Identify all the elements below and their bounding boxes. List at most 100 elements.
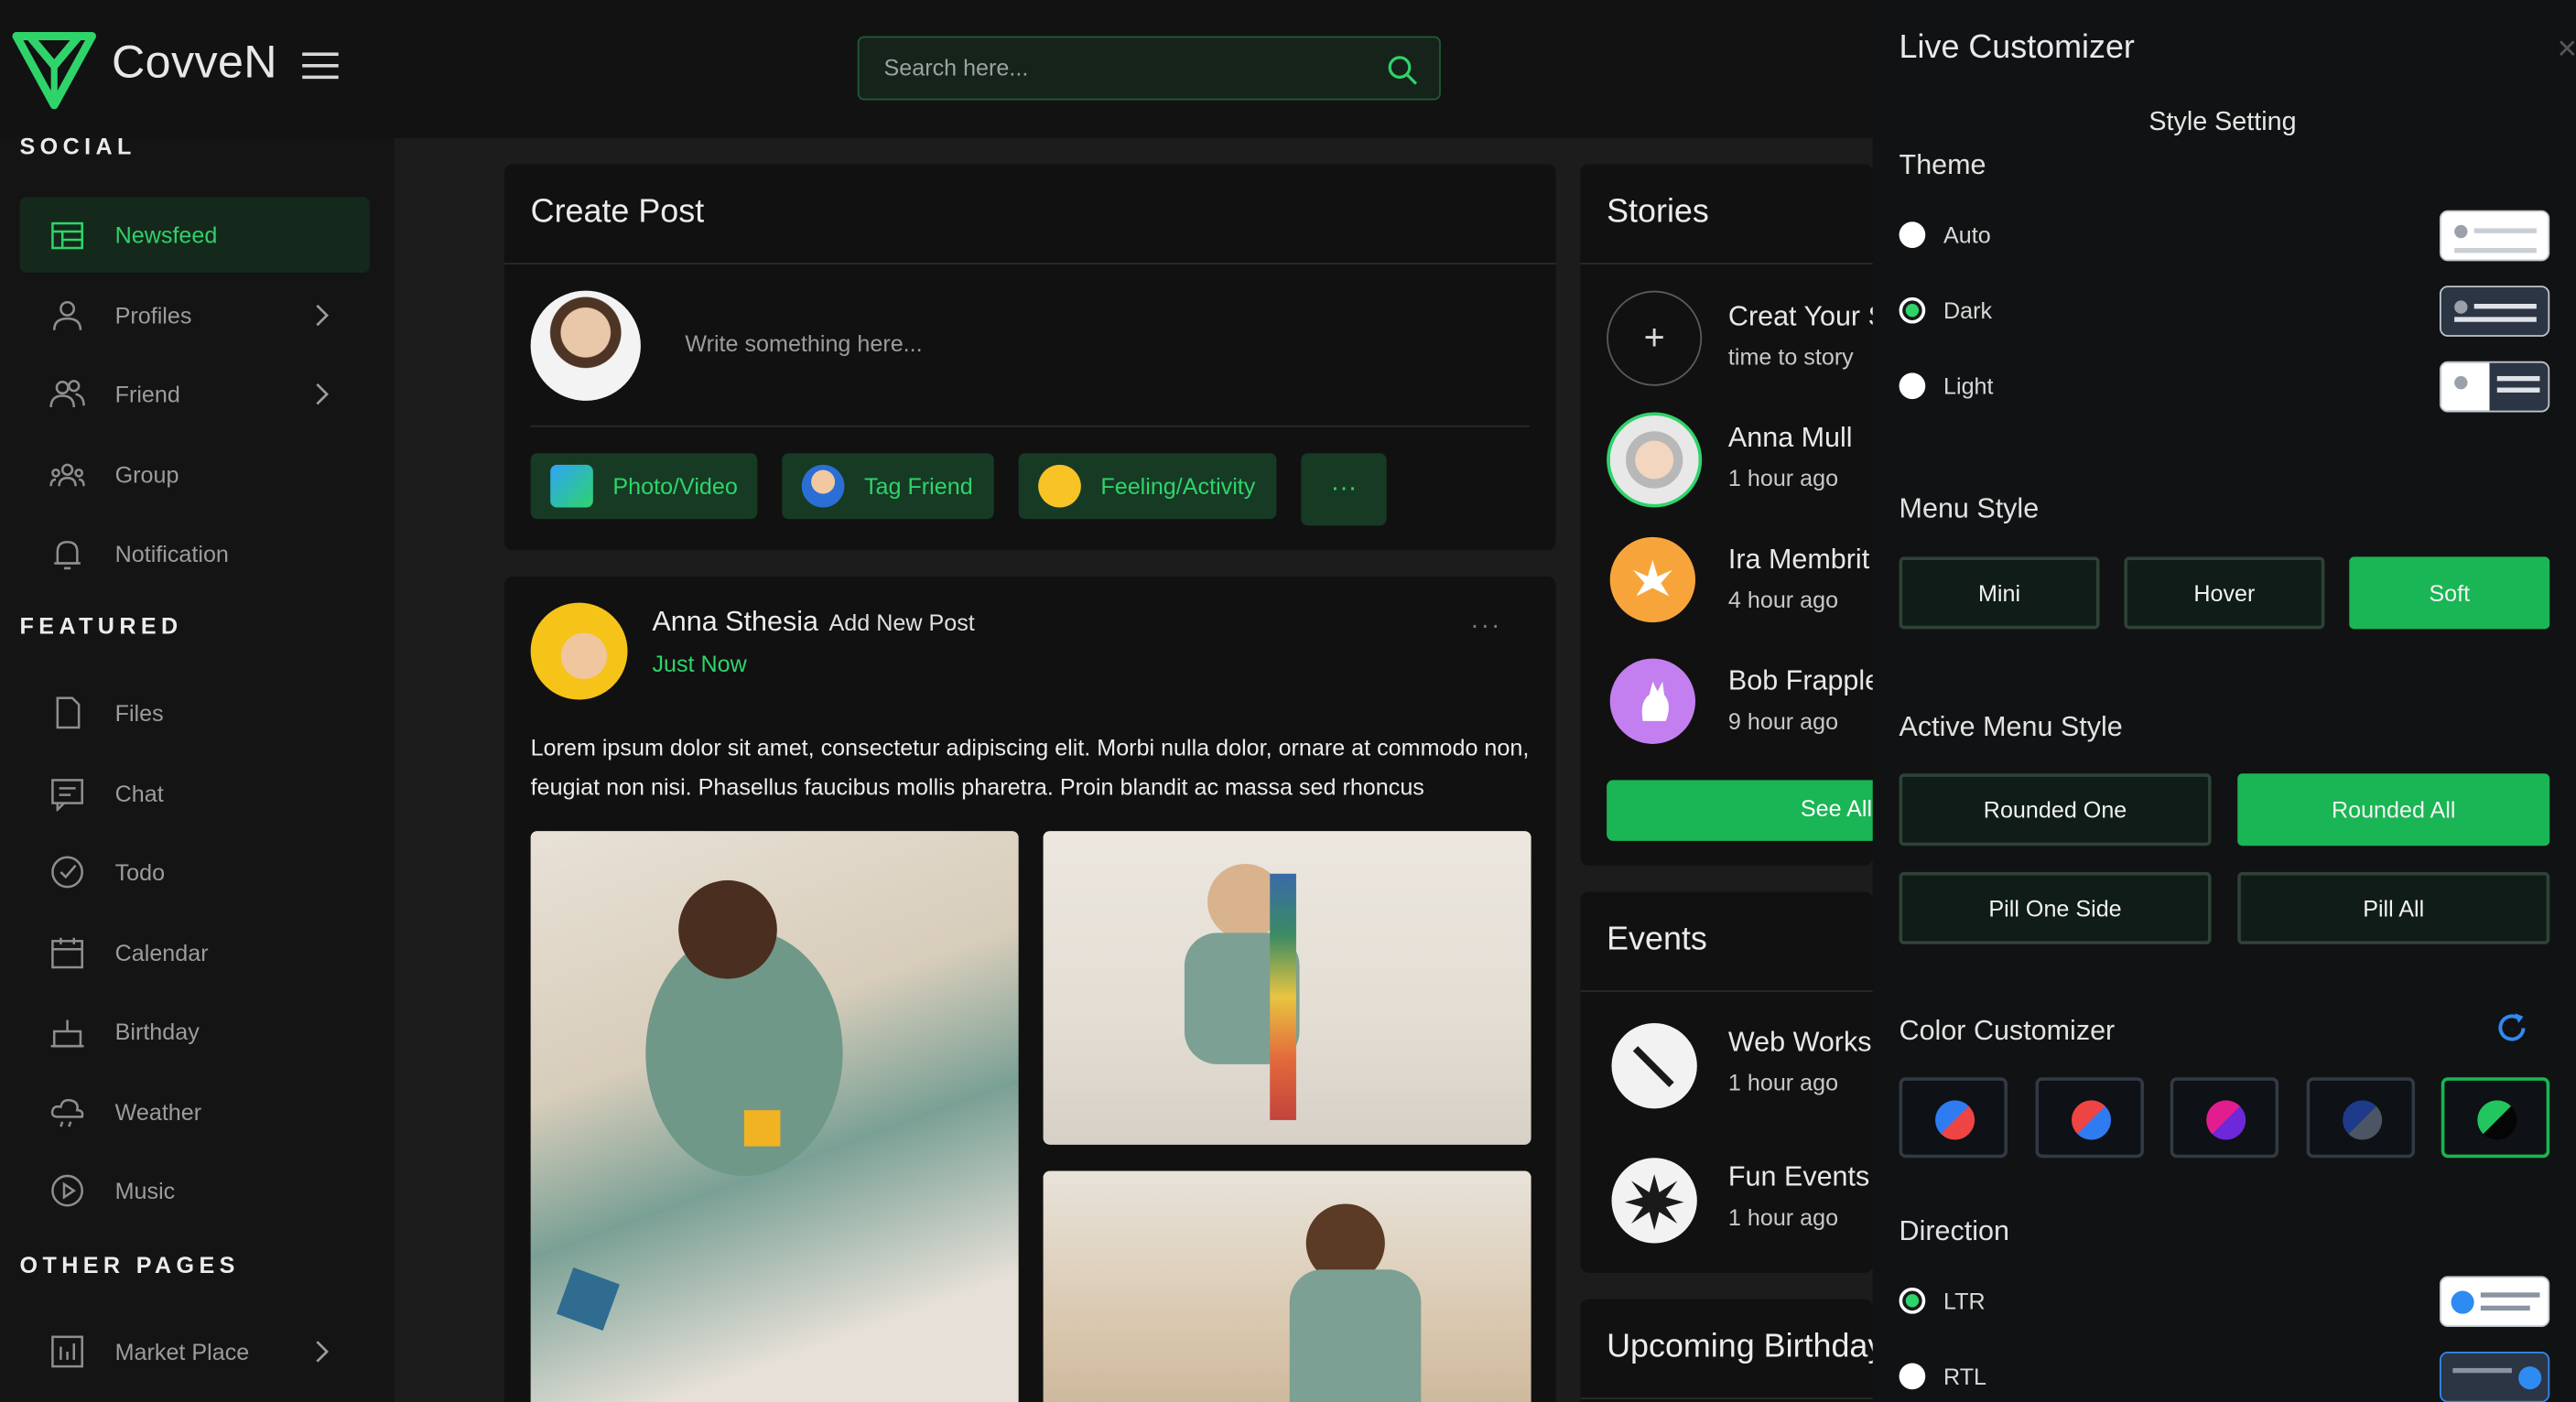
bell-icon — [54, 540, 81, 570]
sidebar-item-label: Files — [114, 699, 164, 727]
post-image-3[interactable] — [1043, 1170, 1532, 1402]
upcoming-birthday-card: Upcoming Birthday — [1580, 1299, 1873, 1402]
rounded-all-button[interactable]: Rounded All — [2237, 773, 2550, 847]
post-image-1[interactable] — [530, 831, 1019, 1402]
tag-friend-button[interactable]: Tag Friend — [782, 453, 994, 520]
theme-light-thumb[interactable] — [2439, 361, 2550, 413]
theme-auto-radio[interactable] — [1899, 221, 1926, 248]
theme-dark-radio[interactable] — [1899, 297, 1926, 324]
search-icon[interactable] — [1387, 54, 1420, 87]
post-author-avatar[interactable] — [530, 602, 628, 700]
sidebar-item-calendar[interactable]: Calendar — [20, 914, 370, 990]
story-avatar-3[interactable] — [1609, 658, 1696, 744]
reset-icon[interactable] — [2494, 1010, 2529, 1046]
sidebar-item-label: Weather — [114, 1097, 202, 1125]
group-icon — [49, 462, 85, 486]
sidebar-item-label: Market Place — [114, 1338, 250, 1365]
color-swatch-2[interactable] — [2034, 1077, 2144, 1159]
customizer-title: Live Customizer — [1899, 29, 2135, 66]
event-avatar-1[interactable] — [1611, 1158, 1697, 1244]
direction-rtl-thumb[interactable] — [2439, 1351, 2550, 1402]
color-swatch-1[interactable] — [1899, 1077, 2008, 1159]
more-options-button[interactable]: ··· — [1301, 453, 1387, 526]
post-header: Anna Sthesia Add New Post — [652, 606, 974, 639]
brand-name: CovveN — [112, 36, 277, 88]
stories-card: Stories + Creat Your Story time to story… — [1580, 164, 1873, 866]
sidebar-item-files[interactable]: Files — [20, 675, 370, 751]
chevron-right-icon[interactable] — [310, 301, 333, 328]
theme-auto-label: Auto — [1943, 221, 1991, 248]
theme-light-label: Light — [1943, 372, 1994, 400]
style-setting-subtitle: Style Setting — [2148, 108, 2297, 136]
direction-rtl-radio[interactable] — [1899, 1363, 1926, 1390]
chevron-right-icon[interactable] — [310, 1339, 333, 1365]
main-content: Create Post Write something here... Phot… — [394, 137, 1873, 1402]
events-title: Events — [1607, 921, 1707, 958]
calendar-icon — [51, 936, 83, 968]
color-swatch-3[interactable] — [2170, 1077, 2279, 1159]
add-story-icon[interactable]: + — [1607, 290, 1703, 386]
post-menu-icon[interactable]: ··· — [1470, 612, 1501, 642]
color-swatch-dot — [2477, 1100, 2517, 1140]
post-image-2[interactable] — [1043, 831, 1532, 1145]
menu-style-soft-button[interactable]: Soft — [2349, 556, 2550, 630]
sidebar-item-chat[interactable]: Chat — [20, 755, 370, 831]
post-author[interactable]: Anna Sthesia — [652, 606, 818, 637]
section-social: SOCIAL — [19, 133, 136, 160]
color-swatch-5[interactable] — [2441, 1077, 2550, 1159]
story-name-2[interactable]: Ira Membrit — [1728, 544, 1869, 577]
event-name-0[interactable]: Web Workshop — [1728, 1027, 1873, 1060]
menu-style-mini-button[interactable]: Mini — [1899, 556, 2100, 630]
direction-ltr-radio[interactable] — [1899, 1287, 1926, 1314]
sidebar-item-friend[interactable]: Friend — [20, 356, 370, 432]
color-swatch-4[interactable] — [2305, 1077, 2415, 1159]
menu-style-label: Menu Style — [1899, 492, 2040, 524]
theme-dark-thumb[interactable] — [2439, 286, 2550, 337]
sidebar-item-profiles[interactable]: Profiles — [20, 276, 370, 352]
event-avatar-0[interactable] — [1611, 1023, 1697, 1109]
menu-style-hover-button[interactable]: Hover — [2124, 556, 2325, 630]
sidebar-item-newsfeed[interactable]: Newsfeed — [19, 197, 370, 273]
sidebar-item-notification[interactable]: Notification — [20, 516, 370, 592]
menu-toggle-icon[interactable] — [302, 52, 339, 81]
event-name-1[interactable]: Fun Events — [1728, 1161, 1869, 1194]
direction-ltr-thumb[interactable] — [2439, 1276, 2550, 1328]
see-all-button[interactable]: See All — [1607, 780, 1873, 841]
story-name-1[interactable]: Anna Mull — [1728, 422, 1853, 455]
story-avatar-2[interactable] — [1609, 536, 1696, 623]
sidebar-item-label: Calendar — [114, 938, 209, 965]
pill-one-side-button[interactable]: Pill One Side — [1899, 871, 2212, 944]
story-name-0[interactable]: Creat Your Story — [1728, 300, 1873, 333]
sidebar-item-weather[interactable]: Weather — [20, 1073, 370, 1149]
sidebar-item-market-place[interactable]: Market Place — [20, 1314, 370, 1390]
feeling-activity-button[interactable]: Feeling/Activity — [1018, 453, 1277, 520]
search-input[interactable]: Search here... — [857, 36, 1441, 101]
rounded-one-button[interactable]: Rounded One — [1899, 773, 2212, 847]
sidebar-item-label: Profiles — [114, 301, 192, 329]
app-root: CovveN Search here... SOCIAL Newsfeed Pro… — [0, 0, 2576, 1402]
story-time-1: 1 hour ago — [1727, 464, 1839, 491]
file-icon — [56, 696, 81, 729]
live-customizer-panel: Live Customizer ✕ Style Setting Theme Au… — [1872, 0, 2576, 1402]
user-avatar[interactable] — [530, 290, 641, 401]
post-time: Just Now — [652, 650, 747, 677]
photo-video-button[interactable]: Photo/Video — [530, 453, 758, 520]
close-icon[interactable]: ✕ — [2556, 33, 2576, 66]
post-input[interactable]: Write something here... — [685, 330, 922, 357]
sidebar-item-todo[interactable]: Todo — [20, 835, 370, 911]
story-time-3: 9 hour ago — [1727, 707, 1839, 735]
pill-all-button[interactable]: Pill All — [2237, 871, 2550, 944]
post-body-line-1: Lorem ipsum dolor sit amet, consectetur … — [530, 734, 1530, 760]
todo-icon — [51, 856, 83, 889]
theme-light-radio[interactable] — [1899, 372, 1926, 400]
sidebar-item-birthday[interactable]: Birthday — [20, 994, 370, 1070]
theme-auto-thumb[interactable] — [2439, 210, 2550, 262]
story-name-3[interactable]: Bob Frapples — [1728, 665, 1873, 698]
direction-ltr-label: LTR — [1943, 1287, 1986, 1314]
sidebar-item-music[interactable]: Music — [20, 1153, 370, 1229]
chevron-right-icon[interactable] — [310, 381, 333, 407]
story-avatar-1[interactable] — [1607, 412, 1703, 508]
sidebar-item-group[interactable]: Group — [20, 436, 370, 512]
brand-logo-icon — [12, 31, 96, 110]
sidebar-item-label: Music — [114, 1177, 176, 1204]
